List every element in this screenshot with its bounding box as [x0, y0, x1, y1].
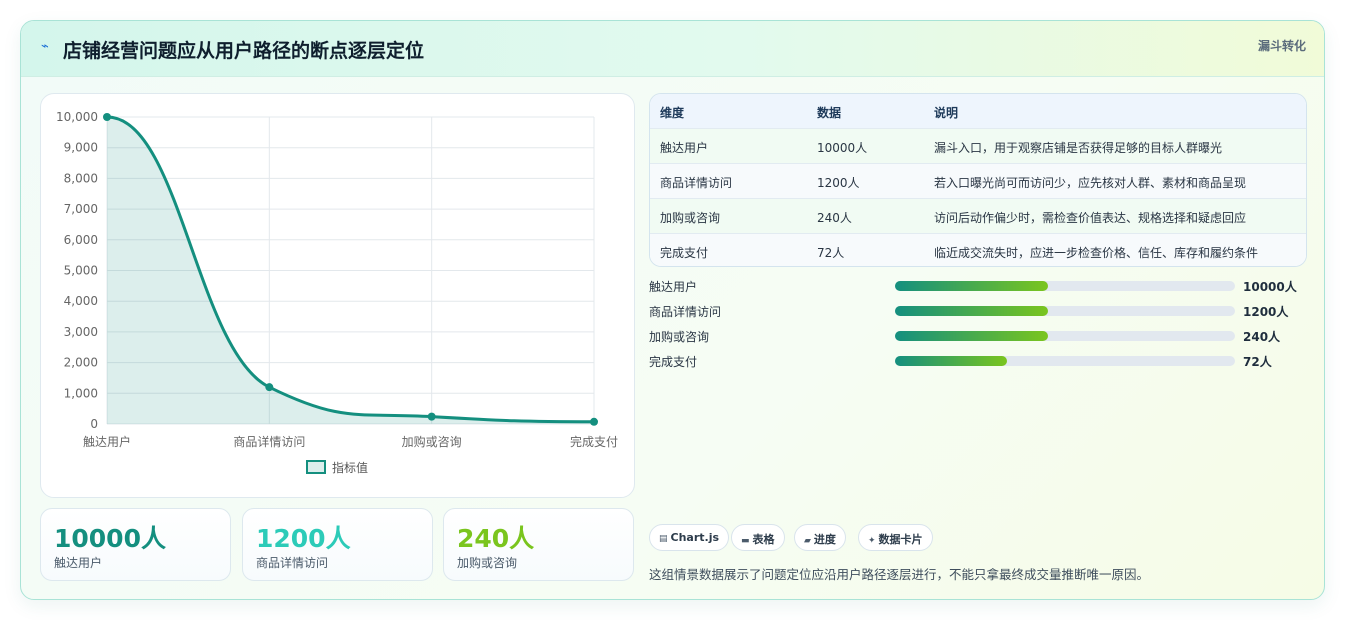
data-point: [590, 417, 598, 426]
table-row: 触达用户 10000人 漏斗入口，用于观察店铺是否获得足够的目标人群曝光: [650, 128, 1306, 163]
tag-data-card[interactable]: ✦ 数据卡片: [858, 524, 933, 551]
tag-table[interactable]: ▬ 表格: [731, 524, 785, 551]
x-tick-label: 触达用户: [83, 434, 131, 449]
table-cell: 240人: [817, 211, 852, 225]
data-point: [103, 113, 111, 121]
dashboard-card: ⌁ 店铺经营问题应从用户路径的断点逐层定位 漏斗转化 0 1,000 2,000 3,…: [20, 20, 1325, 600]
progress-row: 触达用户 10000人: [649, 277, 1309, 295]
stat-value: 1200人: [256, 524, 351, 553]
stat-card-reach: 10000人 触达用户: [40, 508, 231, 581]
progress-value: 1200人: [1243, 305, 1289, 319]
progress-label: 触达用户: [649, 280, 698, 294]
data-point: [265, 383, 274, 392]
progress-label: 商品详情访问: [649, 305, 722, 319]
stat-value: 10000人: [54, 524, 166, 553]
progress-row: 完成支付 72人: [649, 352, 1309, 370]
y-tick-label: 9,000: [64, 141, 98, 155]
legend-swatch: [306, 460, 326, 474]
table-cell: 商品详情访问: [660, 176, 733, 190]
table-icon: ▬: [741, 536, 750, 546]
stat-label: 触达用户: [54, 556, 103, 570]
y-tick-label: 2,000: [64, 356, 98, 370]
progress-icon: ▰: [804, 536, 811, 546]
y-tick-label: 8,000: [64, 171, 98, 185]
table-cell: 加购或咨询: [660, 211, 721, 225]
tag-label: 表格: [752, 533, 775, 546]
progress-fill: [895, 356, 1008, 366]
footnote-text: 这组情景数据展示了问题定位应沿用户路径逐层进行，不能只拿最终成交量推断唯一原因。: [649, 567, 1150, 582]
table-cell: 访问后动作偏少时，需检查价值表达、规格选择和疑虑回应: [934, 211, 1247, 225]
y-tick-label: 6,000: [64, 233, 98, 247]
tag-label: Chart.js: [670, 531, 720, 544]
y-tick-label: 4,000: [64, 294, 98, 308]
y-tick-label: 0: [90, 417, 98, 431]
progress-value: 10000人: [1243, 280, 1297, 294]
stat-value: 240人: [457, 524, 535, 553]
y-tick-label: 3,000: [64, 325, 98, 339]
progress-label: 加购或咨询: [649, 330, 710, 344]
stat-card-cart: 240人 加购或咨询: [443, 508, 634, 581]
x-tick-label: 完成支付: [570, 434, 618, 449]
legend-label: 指标值: [332, 460, 368, 475]
stat-label: 商品详情访问: [256, 556, 329, 570]
stat-card-detail-visit: 1200人 商品详情访问: [242, 508, 433, 581]
table-row: 完成支付 72人 临近成交流失时，应进一步检查价格、信任、库存和履约条件: [650, 233, 1306, 266]
progress-fill: [895, 281, 1048, 291]
card-header: ⌁ 店铺经营问题应从用户路径的断点逐层定位 漏斗转化: [21, 21, 1324, 77]
tag-label: 数据卡片: [878, 533, 923, 546]
table-cell: 若入口曝光尚可而访问少，应先核对人群、素材和商品呈现: [934, 176, 1247, 190]
page-title: 店铺经营问题应从用户路径的断点逐层定位: [63, 40, 425, 62]
progress-track: [895, 281, 1235, 291]
table-cell: 10000人: [817, 141, 868, 155]
table-cell: 漏斗入口，用于观察店铺是否获得足够的目标人群曝光: [934, 141, 1223, 155]
table-row: 加购或咨询 240人 访问后动作偏少时，需检查价值表达、规格选择和疑虑回应: [650, 198, 1306, 233]
tag-chartjs[interactable]: ▤ Chart.js: [649, 524, 730, 551]
data-point: [427, 412, 436, 421]
progress-track: [895, 306, 1235, 316]
progress-value: 72人: [1243, 355, 1272, 369]
chart-svg: 0 1,000 2,000 3,000 4,000 5,000 6,000 7,000 8,00…: [56, 110, 618, 475]
y-tick-label: 10,000: [56, 110, 98, 124]
table-cell: 触达用户: [660, 141, 709, 155]
progress-row: 加购或咨询 240人: [649, 327, 1309, 345]
table-cell: 1200人: [817, 176, 860, 190]
progress-row: 商品详情访问 1200人: [649, 302, 1309, 320]
stat-label: 加购或咨询: [457, 556, 518, 570]
table-cell: 72人: [817, 246, 845, 260]
card-icon: ✦: [868, 536, 876, 546]
y-tick-label: 7,000: [64, 202, 98, 216]
table-header-cell: 说明: [934, 106, 959, 120]
x-tick-label: 商品详情访问: [233, 434, 305, 449]
y-tick-label: 5,000: [64, 264, 98, 278]
sparkle-icon: ⌁: [41, 39, 49, 54]
progress-fill: [895, 331, 1048, 341]
progress-value: 240人: [1243, 330, 1281, 344]
progress-label: 完成支付: [649, 355, 698, 369]
chart-icon: ▤: [659, 534, 668, 544]
funnel-table: 维度 数据 说明 触达用户 10000人 漏斗入口，用于观察店铺是否获得足够的目…: [649, 93, 1307, 267]
tag-progress[interactable]: ▰ 进度: [794, 524, 846, 551]
x-tick-label: 加购或咨询: [402, 434, 462, 449]
table-header-cell: 数据: [817, 106, 842, 120]
table-header-cell: 维度: [660, 106, 685, 120]
table-row: 商品详情访问 1200人 若入口曝光尚可而访问少，应先核对人群、素材和商品呈现: [650, 163, 1306, 198]
funnel-line-chart: 0 1,000 2,000 3,000 4,000 5,000 6,000 7,000 8,00…: [40, 93, 635, 498]
tag-label: 进度: [813, 533, 836, 546]
progress-track: [895, 331, 1235, 341]
table-header-row: 维度 数据 说明: [650, 94, 1306, 128]
table-cell: 临近成交流失时，应进一步检查价格、信任、库存和履约条件: [934, 246, 1259, 260]
progress-track: [895, 356, 1235, 366]
category-badge: 漏斗转化: [1257, 39, 1306, 53]
table-cell: 完成支付: [660, 246, 709, 260]
y-tick-label: 1,000: [64, 386, 98, 400]
progress-fill: [895, 306, 1048, 316]
